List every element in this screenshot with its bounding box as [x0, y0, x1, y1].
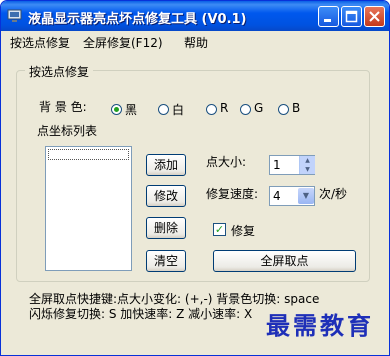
monitor-icon	[7, 9, 22, 22]
radio-black-label: 黑	[125, 103, 138, 117]
close-icon	[369, 11, 380, 22]
background-color-label: 背 景 色:	[39, 100, 87, 114]
menu-bar: 按选点修复 全屏修复(F12) 帮助	[1, 31, 389, 51]
radio-green-label: G	[254, 101, 264, 115]
spin-up-icon[interactable]: ▲	[299, 156, 315, 165]
point-size-label: 点大小:	[206, 155, 247, 169]
radio-white-label: 白	[172, 103, 185, 117]
coord-list[interactable]	[45, 146, 132, 271]
repair-checkbox-label: 修复	[231, 224, 256, 238]
delete-button[interactable]: 删除	[146, 217, 186, 239]
radio-red-label: R	[220, 101, 229, 115]
coord-list-label: 点坐标列表	[37, 124, 98, 138]
repair-speed-select[interactable]: 4 ▼	[269, 186, 315, 206]
menu-help[interactable]: 帮助	[184, 34, 208, 51]
close-button[interactable]	[364, 6, 385, 27]
fullscreen-pick-button[interactable]: 全屏取点	[213, 250, 356, 272]
add-button[interactable]: 添加	[146, 154, 186, 176]
minimize-button[interactable]	[318, 6, 339, 27]
watermark-logo: 最需教育	[266, 311, 374, 340]
group-title: 按选点修复	[25, 63, 94, 80]
repair-speed-value: 4	[273, 189, 281, 203]
repair-speed-label: 修复速度:	[206, 187, 259, 201]
window-title: 液晶显示器亮点坏点修复工具 (V0.1)	[28, 12, 247, 27]
spin-down-icon[interactable]: ▼	[299, 165, 315, 174]
radio-black[interactable]	[111, 104, 122, 115]
radio-blue-label: B	[292, 101, 301, 115]
edit-button[interactable]: 修改	[146, 185, 186, 207]
chevron-down-icon[interactable]: ▼	[298, 188, 314, 204]
radio-red[interactable]	[206, 104, 217, 115]
help-text-line2: 闪烁修复切换: S 加快速率: Z 减小速率: X	[29, 307, 253, 321]
app-window: 液晶显示器亮点坏点修复工具 (V0.1) 按选点修复 全屏修复(F12) 帮助 …	[0, 0, 390, 356]
menu-fullscreen-repair[interactable]: 全屏修复(F12)	[83, 34, 163, 51]
menu-select-point-repair[interactable]: 按选点修复	[10, 34, 70, 51]
maximize-button[interactable]	[341, 6, 362, 27]
radio-white[interactable]	[158, 104, 169, 115]
radio-green[interactable]	[240, 104, 251, 115]
list-focus-item[interactable]	[48, 149, 129, 160]
maximize-icon	[345, 10, 358, 23]
clear-button[interactable]: 清空	[146, 250, 186, 272]
repair-speed-unit: 次/秒	[319, 187, 348, 201]
point-size-stepper[interactable]: 1 ▲ ▼	[269, 155, 315, 175]
radio-blue[interactable]	[278, 104, 289, 115]
repair-checkbox[interactable]: ✓	[213, 223, 226, 236]
title-bar[interactable]: 液晶显示器亮点坏点修复工具 (V0.1)	[1, 1, 389, 31]
point-size-value[interactable]: 1	[273, 158, 281, 172]
minimize-icon	[324, 19, 331, 22]
